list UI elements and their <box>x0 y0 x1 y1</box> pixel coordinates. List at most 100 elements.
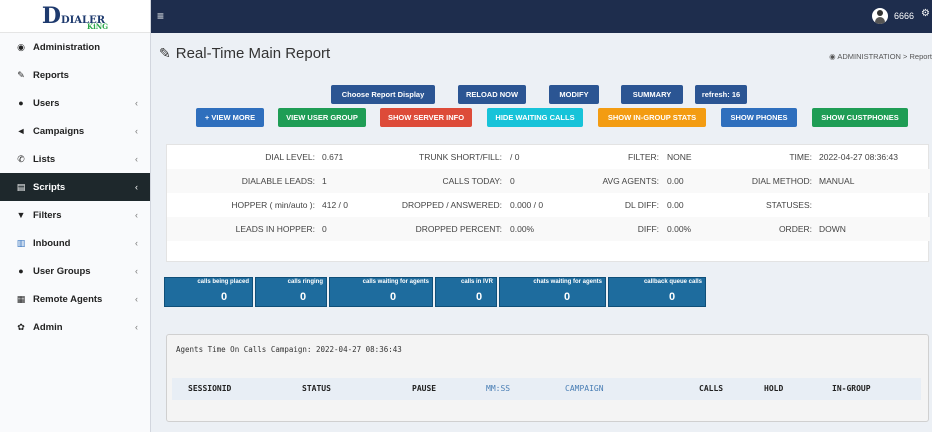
edit-icon: ✎ <box>17 69 25 80</box>
column-header[interactable]: STATUS <box>302 384 331 393</box>
dialable-leads-value: 1 <box>322 176 327 186</box>
tile-label: calls ringing <box>287 279 323 285</box>
stats-panel: DIAL LEVEL: 0.671 TRUNK SHORT/FILL: / 0 … <box>166 144 930 262</box>
sidebar-item-label: Admin <box>33 321 63 333</box>
refresh-button[interactable]: refresh: 16 <box>695 85 747 104</box>
sidebar-item-administration[interactable]: ◉ Administration <box>0 33 150 61</box>
sidebar-item-label: Users <box>33 97 60 109</box>
sidebar-item-label: Scripts <box>33 181 66 193</box>
calls-being-placed-tile[interactable]: calls being placed 0 <box>164 277 253 307</box>
tile-label: calls in IVR <box>460 279 493 285</box>
column-header[interactable]: IN-GROUP <box>832 384 871 393</box>
stats-row: DIAL LEVEL: 0.671 TRUNK SHORT/FILL: / 0 … <box>167 145 930 169</box>
stats-row: LEADS IN HOPPER: 0 DROPPED PERCENT: 0.00… <box>167 217 930 241</box>
calls-ringing-tile[interactable]: calls ringing 0 <box>255 277 327 307</box>
sidebar-item-label: Campaigns <box>33 125 85 137</box>
column-header[interactable]: MM:SS <box>486 384 510 393</box>
choose-report-display-button[interactable]: Choose Report Display <box>331 85 435 104</box>
column-header[interactable]: SESSIONID <box>188 384 231 393</box>
sidebar-item-inbound[interactable]: ▥ Inbound ‹ <box>0 229 150 257</box>
column-header[interactable]: HOLD <box>764 384 783 393</box>
logo-letter: D <box>41 3 61 29</box>
sidebar-item-reports[interactable]: ✎ Reports <box>0 61 150 89</box>
chevron-left-icon: ‹ <box>135 154 138 164</box>
time-value: 2022-04-27 08:36:43 <box>819 152 898 162</box>
reload-now-button[interactable]: RELOAD NOW <box>458 85 526 104</box>
dl-diff-value: 0.00 <box>667 200 684 210</box>
calls-waiting-tile[interactable]: calls waiting for agents 0 <box>329 277 433 307</box>
dropped-answered-label: DROPPED / ANSWERED: <box>401 200 502 210</box>
sidebar-item-label: Lists <box>33 153 56 165</box>
tile-value: 0 <box>221 291 228 303</box>
breadcrumb-text[interactable]: ADMINISTRATION > Report <box>837 52 932 61</box>
avg-agents-value: 0.00 <box>667 176 684 186</box>
trunk-value: / 0 <box>510 152 520 162</box>
sidebar-item-remote-agents[interactable]: ▦ Remote Agents ‹ <box>0 285 150 313</box>
order-label: ORDER: <box>778 224 812 234</box>
show-ingroup-stats-button[interactable]: SHOW IN-GROUP STATS <box>598 108 706 127</box>
tile-value: 0 <box>390 291 397 303</box>
hopper-value: 412 / 0 <box>322 200 348 210</box>
sidebar-item-campaigns[interactable]: ◄ Campaigns ‹ <box>0 117 150 145</box>
sidebar-item-scripts[interactable]: ▤ Scripts ‹ <box>0 173 150 201</box>
dialerking-logo[interactable]: D DIALER KiNG <box>41 3 109 31</box>
dropped-percent-label: DROPPED PERCENT: <box>415 224 502 234</box>
show-server-info-button[interactable]: SHOW SERVER INFO <box>380 108 472 127</box>
chevron-left-icon: ‹ <box>135 294 138 304</box>
show-custphones-button[interactable]: SHOW CUSTPHONES <box>812 108 908 127</box>
agents-panel: Agents Time On Calls Campaign: 2022-04-2… <box>166 334 929 422</box>
file-icon: ▤ <box>16 181 26 192</box>
page-title-text: Real-Time Main Report <box>175 45 331 62</box>
users-icon: ● <box>18 266 24 276</box>
sidebar-item-label: Filters <box>33 209 62 221</box>
leads-in-hopper-label: LEADS IN HOPPER: <box>235 224 315 234</box>
summary-button[interactable]: SUMMARY <box>621 85 683 104</box>
hide-waiting-calls-button[interactable]: HIDE WAITING CALLS <box>487 108 583 127</box>
agents-table-header: SESSIONID STATUS PAUSE MM:SS CAMPAIGN CA… <box>172 378 921 400</box>
tile-value: 0 <box>300 291 307 303</box>
sidebar-item-label: User Groups <box>33 265 91 277</box>
callback-queue-tile[interactable]: callback queue calls 0 <box>608 277 706 307</box>
view-user-group-button[interactable]: VIEW USER GROUP <box>278 108 366 127</box>
sidebar-item-lists[interactable]: ✆ Lists ‹ <box>0 145 150 173</box>
avg-agents-label: AVG AGENTS: <box>602 176 659 186</box>
sidebar-item-users[interactable]: ● Users ‹ <box>0 89 150 117</box>
gear-icon: ✿ <box>17 321 25 332</box>
view-more-button[interactable]: + VIEW MORE <box>196 108 264 127</box>
chats-waiting-tile[interactable]: chats waiting for agents 0 <box>499 277 606 307</box>
chevron-left-icon: ‹ <box>135 126 138 136</box>
tile-value: 0 <box>564 291 571 303</box>
sidebar-item-user-groups[interactable]: ● User Groups ‹ <box>0 257 150 285</box>
order-value: DOWN <box>819 224 846 234</box>
column-header[interactable]: CAMPAIGN <box>565 384 604 393</box>
stats-row: HOPPER ( min/auto ): 412 / 0 DROPPED / A… <box>167 193 930 217</box>
dial-level-label: DIAL LEVEL: <box>265 152 315 162</box>
dial-level-value: 0.671 <box>322 152 344 162</box>
leads-in-hopper-value: 0 <box>322 224 327 234</box>
main-content: ✎ Real-Time Main Report ◉ ADMINISTRATION… <box>151 33 932 432</box>
logo-sub: KiNG <box>87 22 109 31</box>
column-header[interactable]: PAUSE <box>412 384 436 393</box>
chevron-left-icon: ‹ <box>135 322 138 332</box>
trunk-label: TRUNK SHORT/FILL: <box>419 152 502 162</box>
dial-method-label: DIAL METHOD: <box>751 176 812 186</box>
user-name: 6666 <box>893 11 914 21</box>
calls-in-ivr-tile[interactable]: calls in IVR 0 <box>435 277 497 307</box>
tile-label: callback queue calls <box>643 279 702 285</box>
column-header[interactable]: CALLS <box>699 384 723 393</box>
menu-toggle-icon[interactable]: ≡ <box>157 9 164 23</box>
tile-value: 0 <box>669 291 676 303</box>
diff-label: DIFF: <box>637 224 659 234</box>
chevron-left-icon: ‹ <box>135 182 138 192</box>
tile-value: 0 <box>476 291 483 303</box>
sidebar-item-admin[interactable]: ✿ Admin ‹ <box>0 313 150 341</box>
chevron-left-icon: ‹ <box>135 266 138 276</box>
user-menu[interactable]: 6666 <box>871 8 914 24</box>
sidebar-item-filters[interactable]: ▼ Filters ‹ <box>0 201 150 229</box>
modify-button[interactable]: MODIFY <box>549 85 599 104</box>
sidebar-item-label: Remote Agents <box>33 293 103 305</box>
settings-icon[interactable]: ⚙ <box>921 8 930 19</box>
calls-today-value: 0 <box>510 176 515 186</box>
show-phones-button[interactable]: SHOW PHONES <box>721 108 797 127</box>
avatar <box>871 8 888 24</box>
